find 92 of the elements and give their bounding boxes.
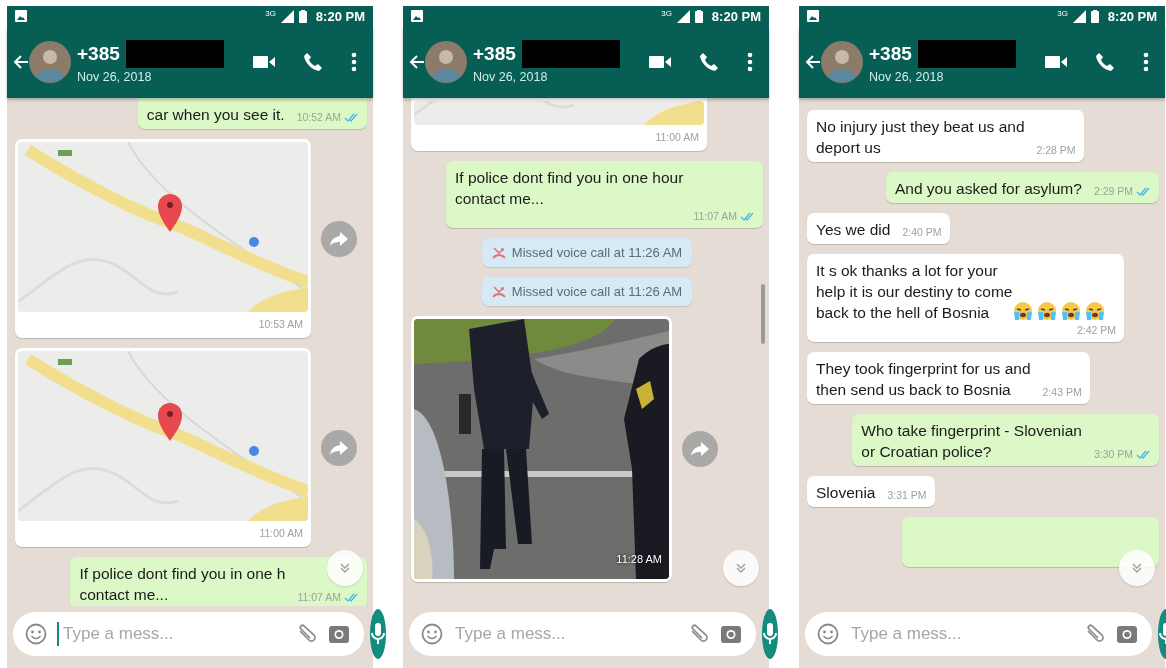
more-options-icon[interactable] bbox=[747, 52, 753, 72]
contact-name[interactable]: +385 bbox=[77, 43, 120, 65]
emoji-icon[interactable] bbox=[817, 623, 839, 645]
forward-button[interactable] bbox=[321, 429, 357, 466]
message-text: No injury just they beat us and deport us bbox=[816, 118, 1025, 156]
video-call-icon[interactable] bbox=[649, 55, 671, 69]
message-input[interactable]: Type a mess... bbox=[61, 623, 286, 645]
message-text: It s ok thanks a lot for your help it is our destiny to come back to the hell of Bosnia bbox=[816, 261, 1013, 323]
battery-icon bbox=[694, 9, 703, 23]
emoji-icon[interactable] bbox=[25, 623, 47, 645]
last-seen-date: Nov 26, 2018 bbox=[77, 70, 153, 84]
more-options-icon[interactable] bbox=[1143, 52, 1149, 72]
paperclip-icon[interactable] bbox=[688, 623, 710, 645]
phone-icon[interactable] bbox=[1095, 52, 1115, 72]
network-type: 3G bbox=[265, 9, 276, 18]
message-field[interactable]: Type a mess... bbox=[409, 612, 756, 656]
avatar[interactable] bbox=[425, 41, 467, 83]
image-icon bbox=[411, 10, 423, 22]
message-time: 10:53 AM bbox=[258, 317, 303, 332]
forward-icon bbox=[330, 231, 348, 246]
signal-icon bbox=[1072, 9, 1086, 23]
message-time: 3:31 PM bbox=[887, 488, 927, 503]
image-icon bbox=[15, 10, 27, 22]
message-text: Slovenia bbox=[816, 484, 876, 501]
forward-icon bbox=[330, 440, 348, 455]
message-time: 11:07 AM bbox=[297, 590, 341, 605]
message-input[interactable]: Type a mess... bbox=[849, 623, 1074, 645]
message-time: 11:00 AM bbox=[655, 130, 699, 145]
contact-name[interactable]: +385 bbox=[869, 43, 912, 65]
double-chevron-down-icon bbox=[339, 562, 351, 574]
voice-message-button[interactable] bbox=[762, 609, 778, 659]
message-time: 11:07 AM bbox=[693, 209, 737, 224]
message-field[interactable]: Type a mess... bbox=[13, 612, 364, 656]
paperclip-icon[interactable] bbox=[1084, 623, 1106, 645]
contact-name[interactable]: +385 bbox=[473, 43, 516, 65]
double-chevron-down-icon bbox=[1131, 562, 1143, 574]
battery-icon bbox=[298, 9, 307, 23]
video-call-icon[interactable] bbox=[1045, 55, 1067, 69]
network-type: 3G bbox=[661, 9, 672, 18]
more-options-icon[interactable] bbox=[351, 52, 357, 72]
message-text: And you asked for asylum? bbox=[894, 180, 1082, 197]
missed-call-icon bbox=[491, 285, 506, 298]
missed-call-text: Missed voice call at 11:26 AM bbox=[511, 245, 683, 260]
status-time: 8:20 PM bbox=[315, 8, 365, 24]
camera-icon[interactable] bbox=[720, 624, 742, 644]
signal-icon bbox=[280, 9, 294, 23]
phone-icon[interactable] bbox=[303, 52, 323, 72]
double-chevron-down-icon bbox=[735, 562, 747, 574]
message-time: 2:43 PM bbox=[1042, 385, 1082, 400]
emoji-icon[interactable] bbox=[421, 623, 443, 645]
camera-icon[interactable] bbox=[1116, 624, 1138, 644]
message-time: 2:29 PM bbox=[1093, 184, 1133, 199]
paperclip-icon[interactable] bbox=[296, 623, 318, 645]
forward-icon bbox=[691, 442, 709, 456]
message-field[interactable]: Type a mess... bbox=[805, 612, 1152, 656]
back-arrow-icon[interactable] bbox=[409, 54, 425, 70]
message-text: If police dont find you in one hour contact me... bbox=[455, 169, 684, 207]
avatar[interactable] bbox=[821, 41, 863, 83]
avatar[interactable] bbox=[29, 41, 71, 83]
last-seen-date: Nov 26, 2018 bbox=[869, 70, 945, 84]
missed-call-text: Missed voice call at 11:26 AM bbox=[511, 284, 683, 299]
back-arrow-icon[interactable] bbox=[13, 54, 29, 70]
scrollbar[interactable] bbox=[761, 284, 765, 344]
message-time: 2:28 PM bbox=[1036, 143, 1076, 158]
forward-button[interactable] bbox=[321, 220, 357, 257]
missed-call-icon bbox=[491, 246, 506, 259]
status-time: 8:20 PM bbox=[711, 8, 761, 24]
message-text: They took fingerprint for us and then send us back to Bosnia bbox=[816, 360, 1031, 398]
last-seen-date: Nov 26, 2018 bbox=[473, 70, 549, 84]
message-text: Who take fingerprint - Slovenian or Croatian police? bbox=[861, 422, 1082, 460]
status-time: 8:20 PM bbox=[1107, 8, 1157, 24]
forward-button[interactable] bbox=[682, 431, 718, 467]
message-time: 2:42 PM bbox=[1076, 323, 1116, 338]
message-time: 3:30 PM bbox=[1093, 447, 1133, 462]
message-input[interactable]: Type a mess... bbox=[453, 623, 678, 645]
video-call-icon[interactable] bbox=[253, 55, 275, 69]
voice-message-button[interactable] bbox=[370, 609, 386, 659]
phone-icon[interactable] bbox=[699, 52, 719, 72]
message-time: 10:52 AM bbox=[296, 110, 341, 125]
network-type: 3G bbox=[1057, 9, 1068, 18]
microphone-icon bbox=[762, 622, 778, 646]
back-arrow-icon[interactable] bbox=[805, 54, 821, 70]
microphone-icon bbox=[370, 622, 386, 646]
message-text: car when you see it. bbox=[146, 106, 285, 123]
camera-icon[interactable] bbox=[328, 624, 350, 644]
battery-icon bbox=[1090, 9, 1099, 23]
message-time: 2:40 PM bbox=[902, 225, 942, 240]
image-icon bbox=[807, 10, 819, 22]
message-text: Yes we did bbox=[816, 221, 891, 238]
message-text: If police dont find you in one h contact me... bbox=[79, 565, 286, 603]
signal-icon bbox=[676, 9, 690, 23]
message-time: 11:00 AM bbox=[259, 526, 303, 541]
